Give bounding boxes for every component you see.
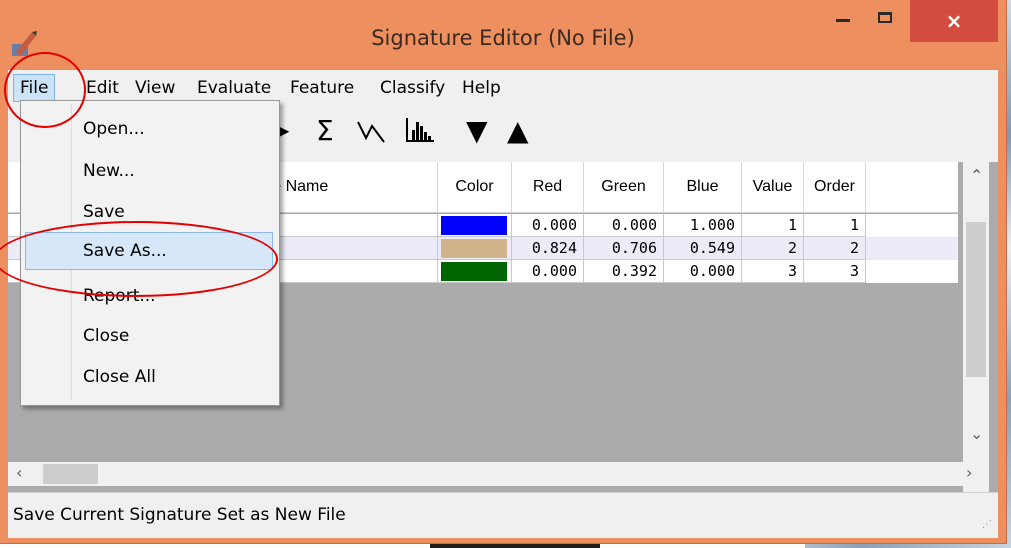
close-icon: × [945, 9, 963, 33]
maximize-icon [878, 11, 892, 23]
cell-color[interactable] [438, 260, 512, 283]
triangle-up-icon[interactable]: ▲ [507, 114, 529, 147]
menu-item-save-as[interactable]: Save As... [83, 241, 167, 261]
cell-value[interactable]: 1 [742, 214, 804, 237]
header-color[interactable]: Color [438, 162, 512, 212]
cell-red[interactable]: 0.824 [512, 237, 584, 260]
header-blue[interactable]: Blue [664, 162, 742, 212]
menu-evaluate[interactable]: Evaluate [191, 76, 277, 100]
color-swatch [441, 239, 507, 258]
scroll-right-icon[interactable]: › [966, 463, 972, 482]
cell-green[interactable]: 0.706 [584, 237, 664, 260]
cell-order[interactable]: 3 [804, 260, 866, 283]
menu-item-report[interactable]: Report... [83, 286, 156, 306]
menu-bar: File Edit View Evaluate Feature Classify… [8, 70, 998, 104]
menu-item-save[interactable]: Save [83, 202, 125, 222]
status-text: Save Current Signature Set as New File [13, 505, 346, 525]
horizontal-scroll-thumb[interactable] [43, 464, 98, 484]
menu-help[interactable]: Help [456, 76, 507, 100]
color-swatch [441, 262, 507, 281]
header-red[interactable]: Red [512, 162, 584, 212]
cell-value[interactable]: 2 [742, 237, 804, 260]
file-menu-dropdown: Open... New... Save Save As... Report...… [20, 100, 280, 406]
resize-grip-icon[interactable]: ⋰ [982, 519, 992, 530]
menu-view[interactable]: View [129, 76, 181, 100]
header-order[interactable]: Order [804, 162, 866, 212]
cell-order[interactable]: 1 [804, 214, 866, 237]
status-bar: Save Current Signature Set as New File ⋰ [8, 492, 998, 538]
header-green[interactable]: Green [584, 162, 664, 212]
minimize-button[interactable] [822, 0, 864, 34]
sigma-icon[interactable]: Σ [316, 114, 334, 147]
triangle-down-icon[interactable]: ▼ [466, 114, 488, 147]
scroll-up-icon[interactable]: ⌃ [970, 166, 983, 185]
menu-file[interactable]: File [13, 74, 56, 102]
cell-blue[interactable]: 1.000 [664, 214, 742, 237]
horizontal-scrollbar[interactable]: ‹ › [8, 462, 989, 486]
vertical-scroll-thumb[interactable] [966, 222, 986, 377]
cell-red[interactable]: 0.000 [512, 214, 584, 237]
histogram-icon[interactable] [404, 116, 436, 144]
minimize-icon [836, 18, 850, 22]
scroll-down-icon[interactable]: ⌄ [970, 424, 983, 443]
vertical-scrollbar[interactable]: ⌃ ⌄ [963, 162, 989, 492]
cell-blue[interactable]: 0.000 [664, 260, 742, 283]
cell-order[interactable]: 2 [804, 237, 866, 260]
cell-green[interactable]: 0.000 [584, 214, 664, 237]
menu-feature[interactable]: Feature [284, 76, 360, 100]
cell-blue[interactable]: 0.549 [664, 237, 742, 260]
lightning-plot-icon[interactable] [356, 118, 390, 144]
menu-edit[interactable]: Edit [80, 76, 125, 100]
color-swatch [441, 216, 507, 235]
menu-item-open[interactable]: Open... [83, 119, 145, 139]
cell-value[interactable]: 3 [742, 260, 804, 283]
menu-item-close[interactable]: Close [83, 326, 129, 346]
cell-color[interactable] [438, 237, 512, 260]
scroll-left-icon[interactable]: ‹ [16, 463, 22, 482]
menu-classify[interactable]: Classify [374, 76, 451, 100]
cell-color[interactable] [438, 214, 512, 237]
header-value[interactable]: Value [742, 162, 804, 212]
cell-red[interactable]: 0.000 [512, 260, 584, 283]
cell-green[interactable]: 0.392 [584, 260, 664, 283]
menu-item-new[interactable]: New... [83, 161, 135, 181]
title-bar[interactable]: Signature Editor (No File) × [0, 0, 1006, 70]
menu-item-close-all[interactable]: Close All [83, 367, 156, 387]
close-button[interactable]: × [910, 0, 998, 42]
maximize-button[interactable] [864, 0, 906, 34]
